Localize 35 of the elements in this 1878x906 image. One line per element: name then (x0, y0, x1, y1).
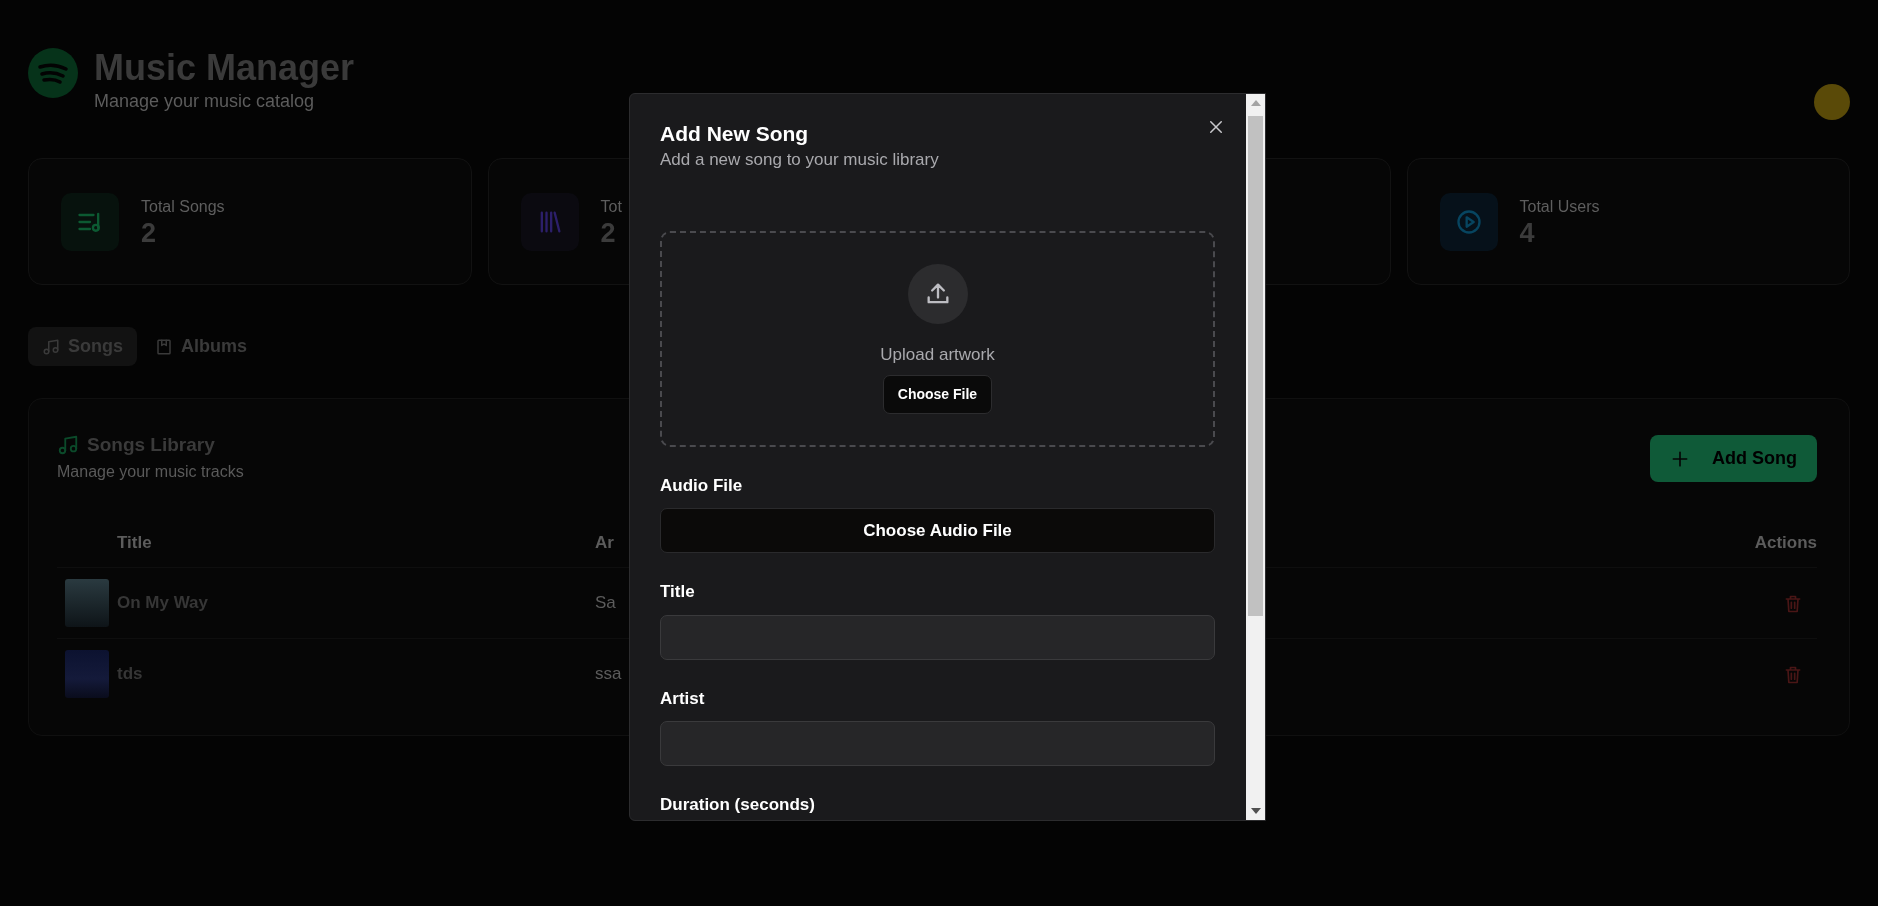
column-header: Title (117, 532, 152, 552)
album-art-placeholder (65, 650, 109, 698)
scroll-down-arrow-icon (1250, 808, 1261, 814)
choose-file-button[interactable]: Choose File (882, 375, 993, 415)
scroll-up-arrow-icon (1250, 100, 1261, 106)
trash-icon (1783, 664, 1803, 685)
upload-label: Upload artwork (880, 343, 995, 366)
stat-label: Total Songs (141, 196, 225, 217)
music-note-icon (57, 434, 79, 457)
avatar[interactable] (1814, 84, 1850, 120)
input-field[interactable] (660, 721, 1215, 767)
bookmark-icon (155, 337, 173, 356)
play-circle-icon (1454, 207, 1483, 236)
input-field[interactable] (660, 614, 1215, 660)
field-label: Duration (seconds) (660, 794, 816, 817)
page-subtitle: Manage your music catalog (94, 89, 316, 113)
field-label: Artist (660, 687, 706, 710)
scrollbar[interactable] (1246, 94, 1265, 820)
add-song-button[interactable]: Add Song (1650, 435, 1817, 482)
column-header: Actions (1754, 532, 1817, 552)
stat-label: Total Users (1519, 196, 1600, 217)
modal-subtitle: Add a new song to your music library (660, 149, 939, 172)
column-header: Ar (595, 532, 614, 552)
logo-icon (28, 48, 78, 98)
choose-audio-file-button[interactable]: Choose Audio File (660, 508, 1215, 554)
music-note-icon (42, 337, 60, 356)
trash-icon (1783, 593, 1803, 614)
stat-label: Tot (600, 196, 622, 217)
modal-title: Add New Song (660, 121, 810, 147)
library-subtitle: Manage your music tracks (57, 461, 244, 482)
album-art-placeholder (65, 579, 109, 627)
field-label: Title (660, 581, 696, 604)
song-artist: ssa (595, 663, 622, 686)
song-artist: Sa (595, 592, 616, 615)
field-label: Audio File (660, 474, 744, 497)
